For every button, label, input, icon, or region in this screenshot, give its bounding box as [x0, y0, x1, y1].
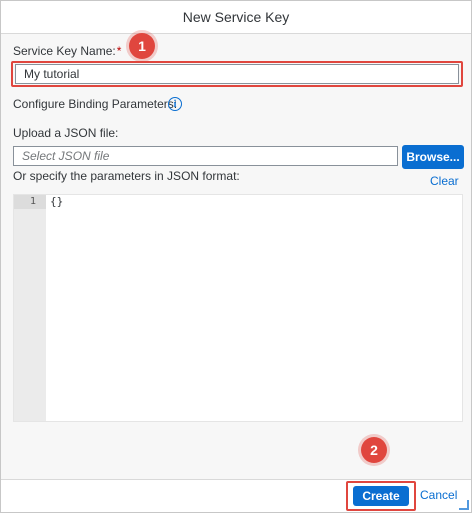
- json-file-input[interactable]: [14, 147, 397, 165]
- binding-params-label: Configure Binding Parameters:: [13, 97, 178, 111]
- dialog-header: New Service Key: [1, 1, 471, 34]
- resize-handle[interactable]: [459, 500, 469, 510]
- info-icon[interactable]: i: [168, 97, 182, 111]
- dialog-footer: Create Cancel: [1, 479, 471, 512]
- step-1-highlight: [11, 61, 463, 87]
- new-service-key-dialog: New Service Key Service Key Name:* 1 Con…: [0, 0, 472, 513]
- json-editor[interactable]: 1 {}: [13, 194, 463, 422]
- json-file-field-wrapper: [13, 146, 398, 166]
- step-1-badge: 1: [129, 33, 155, 59]
- editor-code-line: {}: [50, 195, 64, 208]
- line-number: 1: [14, 195, 46, 209]
- dialog-title: New Service Key: [182, 9, 290, 25]
- service-key-name-label: Service Key Name:*: [13, 44, 121, 58]
- dialog-content: Service Key Name:* 1 Configure Binding P…: [1, 33, 471, 480]
- cancel-button[interactable]: Cancel: [420, 488, 457, 502]
- browse-button[interactable]: Browse...: [402, 145, 464, 169]
- step-2-badge: 2: [361, 437, 387, 463]
- service-key-name-label-text: Service Key Name:: [13, 44, 116, 58]
- json-format-label: Or specify the parameters in JSON format…: [13, 169, 240, 183]
- create-button[interactable]: Create: [353, 486, 409, 506]
- upload-json-label: Upload a JSON file:: [13, 126, 119, 140]
- clear-link[interactable]: Clear: [430, 174, 459, 188]
- required-marker: *: [116, 44, 122, 58]
- editor-gutter: 1: [14, 195, 46, 421]
